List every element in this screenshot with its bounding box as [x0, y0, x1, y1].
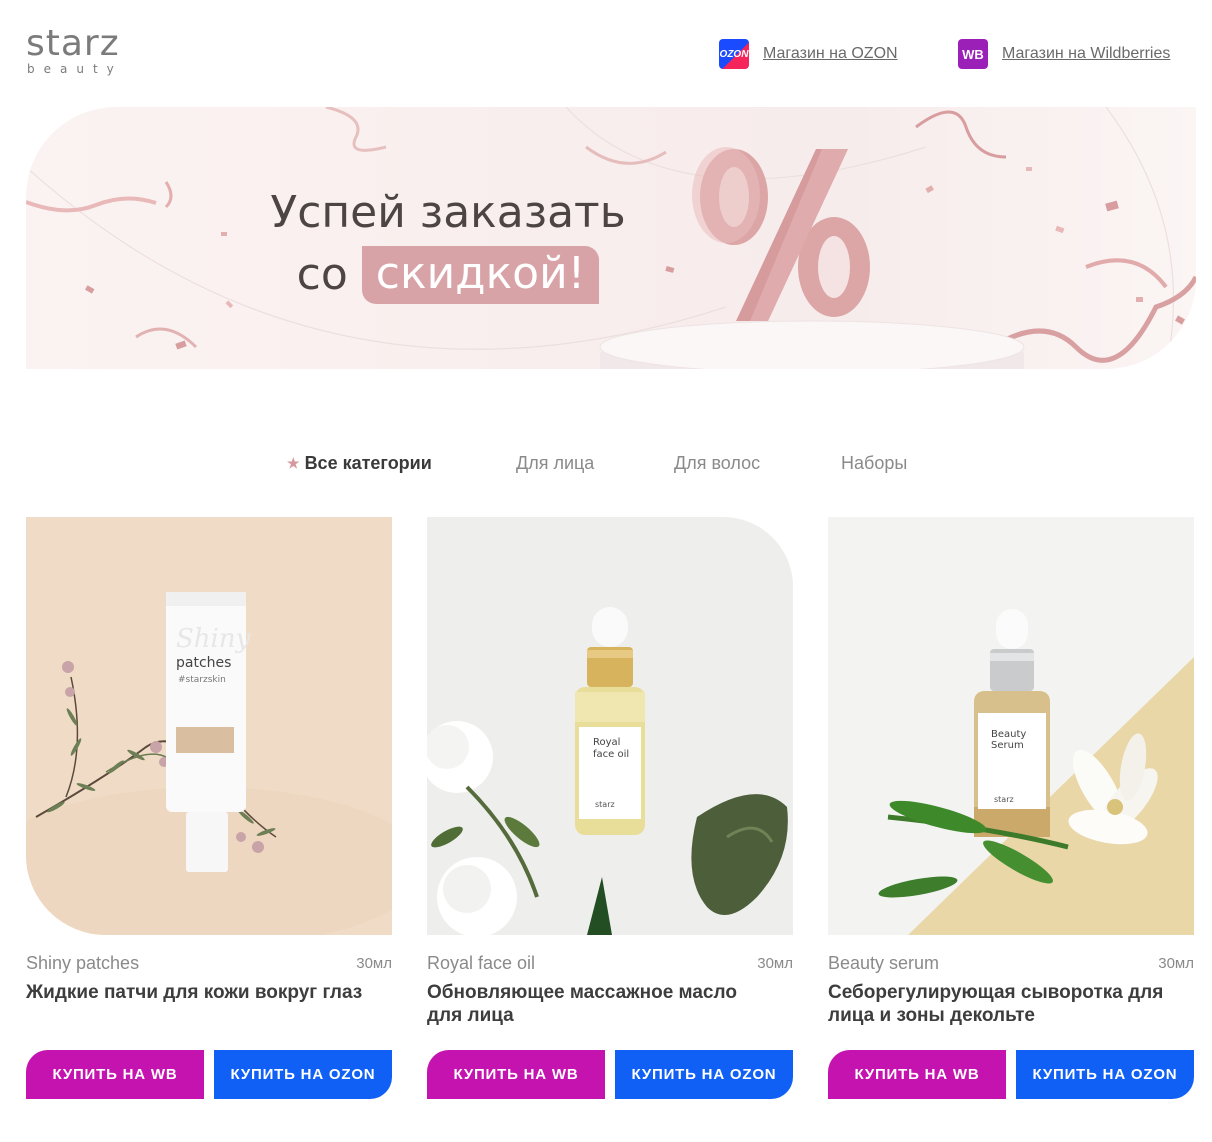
svg-text:Serum: Serum: [991, 740, 1024, 751]
product-name: Royal face oil: [427, 953, 536, 973]
product-description[interactable]: Себорегулирующая сыворотка для лица и зо…: [828, 981, 1168, 1027]
ozon-icon: OZON: [719, 39, 749, 69]
banner-line-1: Успей заказать: [270, 187, 626, 238]
logo-subtitle: beauty: [27, 62, 123, 76]
product-volume: 30мл: [1158, 955, 1194, 972]
ozon-store-label: Магазин на OZON: [763, 45, 898, 62]
banner-headline: Успей заказать со скидкой!: [258, 183, 638, 305]
product-name: Beauty serum: [828, 953, 940, 973]
banner-line-2: со скидкой!: [258, 245, 638, 305]
tab-label: Для лица: [516, 452, 595, 473]
buy-on-ozon-button[interactable]: КУПИТЬ НА OZON: [615, 1050, 793, 1099]
wildberries-store-link[interactable]: WB Магазин на Wildberries: [958, 38, 1170, 70]
buy-on-wb-button[interactable]: КУПИТЬ НА WB: [427, 1050, 605, 1099]
buy-on-wb-button[interactable]: КУПИТЬ НА WB: [26, 1050, 204, 1099]
brand-logo[interactable]: starz beauty: [26, 26, 138, 82]
wb-icon: WB: [958, 39, 988, 69]
percent-icon: [692, 147, 870, 321]
product-card: Shiny patches #starzskin Shiny patches 3…: [26, 517, 392, 1099]
product-description[interactable]: Жидкие патчи для кожи вокруг глаз: [26, 981, 366, 1004]
category-tabs: ★ Все категории Для лица Для волос Набор…: [0, 448, 1212, 478]
svg-text:starz: starz: [994, 795, 1014, 804]
tab-label: Для волос: [674, 452, 761, 473]
product-name: Shiny patches: [26, 953, 140, 973]
product-volume: 30мл: [757, 955, 793, 972]
product-card: Royal face oil starz Royal face oil 30мл…: [427, 517, 793, 1099]
promo-banner[interactable]: Успей заказать со скидкой!: [26, 107, 1196, 369]
buy-on-ozon-button[interactable]: КУПИТЬ НА OZON: [1016, 1050, 1194, 1099]
buy-on-wb-button[interactable]: КУПИТЬ НА WB: [828, 1050, 1006, 1099]
product-card: Beauty Serum starz Beauty serum 30мл Себ…: [828, 517, 1194, 1099]
banner-prefix: со: [296, 249, 348, 300]
product-description[interactable]: Обновляющее массажное масло для лица: [427, 981, 767, 1027]
ozon-store-link[interactable]: OZON Магазин на OZON: [719, 38, 898, 70]
svg-text:face oil: face oil: [593, 749, 629, 760]
product-image[interactable]: Royal face oil starz: [427, 517, 793, 935]
svg-text:Royal: Royal: [593, 737, 620, 748]
svg-text:Beauty: Beauty: [991, 729, 1026, 740]
tab-face[interactable]: Для лица: [516, 448, 594, 478]
product-volume: 30мл: [356, 955, 392, 972]
banner-highlight: скидкой!: [361, 246, 600, 304]
buy-on-ozon-button[interactable]: КУПИТЬ НА OZON: [214, 1050, 392, 1099]
product-image[interactable]: Shiny patches #starzskin: [26, 517, 392, 935]
svg-text:#starzskin: #starzskin: [178, 675, 226, 685]
svg-text:Shiny: Shiny: [176, 624, 251, 654]
tab-sets[interactable]: Наборы: [841, 448, 907, 478]
star-icon: ★: [287, 454, 300, 471]
site-header: starz beauty OZON Магазин на OZON WB Маг…: [0, 0, 1212, 100]
tab-label: Все категории: [304, 452, 432, 473]
tab-hair[interactable]: Для волос: [674, 448, 760, 478]
svg-text:patches: patches: [176, 655, 231, 671]
wildberries-store-label: Магазин на Wildberries: [1002, 45, 1171, 62]
tab-all-categories[interactable]: ★ Все категории: [287, 448, 432, 478]
product-image[interactable]: Beauty Serum starz: [828, 517, 1194, 935]
tab-label: Наборы: [841, 452, 908, 473]
logo-wordmark: starz: [26, 23, 120, 64]
svg-text:starz: starz: [595, 800, 615, 809]
